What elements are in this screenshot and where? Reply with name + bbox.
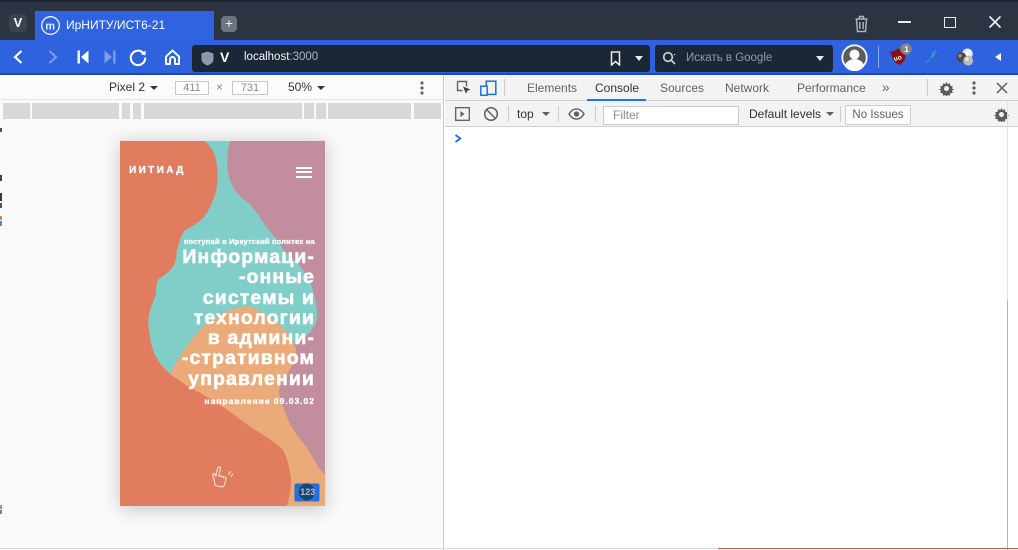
svg-text:1: 1 [904,45,909,54]
svg-text:m: m [45,21,55,33]
svg-text:123: 123 [300,487,315,497]
